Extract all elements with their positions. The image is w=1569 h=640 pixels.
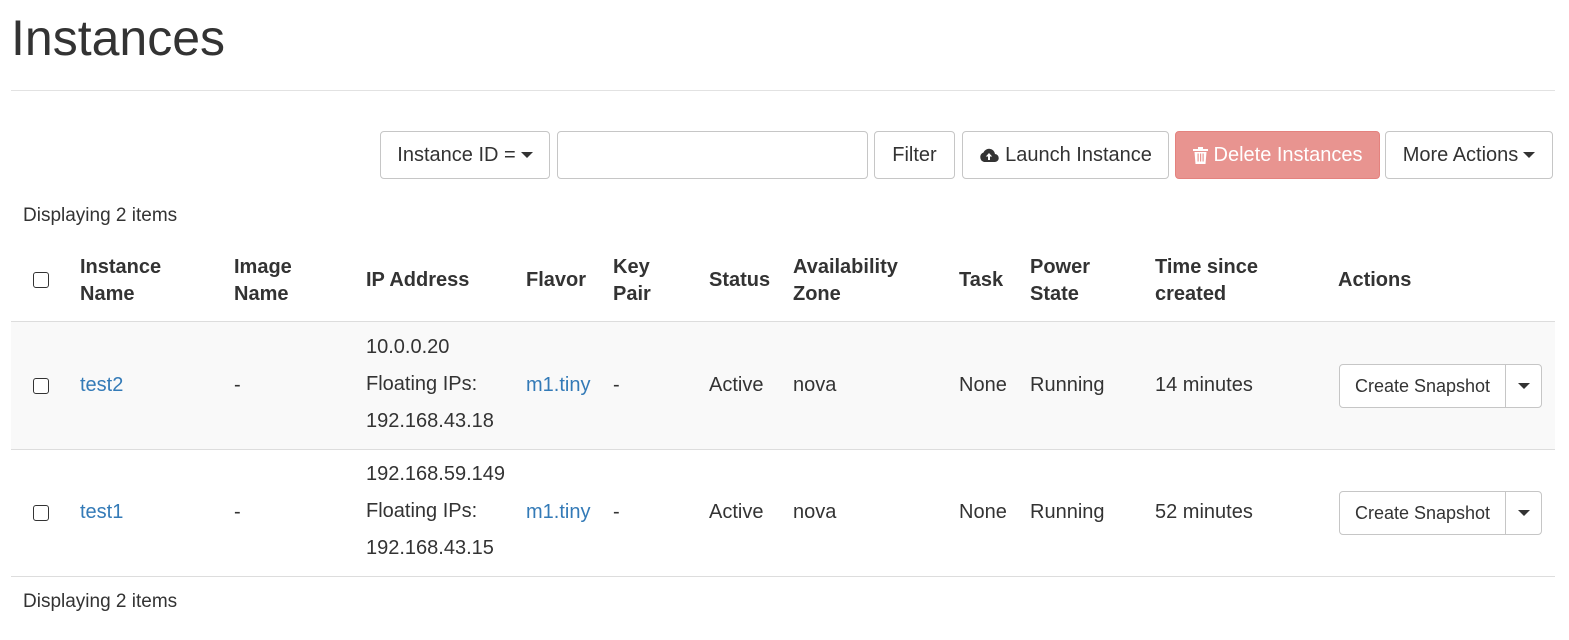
- floating-ip: 192.168.43.15: [366, 537, 494, 559]
- launch-instance-label: Launch Instance: [1005, 143, 1152, 166]
- header-line: created: [1155, 283, 1227, 305]
- availability-zone-cell: nova: [793, 374, 837, 396]
- header-line: Status: [709, 269, 771, 291]
- header-line: IP Address: [366, 269, 470, 291]
- key-pair-cell: -: [613, 501, 620, 523]
- task-cell: None: [959, 374, 1007, 396]
- chevron-down-icon: [520, 152, 533, 158]
- header-key-pair[interactable]: Key Pair: [613, 254, 651, 308]
- page-title: Instances: [11, 10, 226, 66]
- header-line: Name: [234, 283, 289, 305]
- status-cell: Active: [709, 374, 764, 396]
- instance-name-link[interactable]: test2: [80, 374, 123, 397]
- header-task[interactable]: Task: [959, 267, 1003, 294]
- header-line: Zone: [793, 283, 841, 305]
- row-select-checkbox[interactable]: [33, 378, 49, 394]
- filter-button-label: Filter: [892, 143, 937, 166]
- status-cell: Active: [709, 501, 764, 523]
- header-line: Flavor: [526, 269, 587, 291]
- select-all-checkbox[interactable]: [33, 272, 49, 288]
- instances-page: Instances Instance ID = Filter Launch In…: [0, 0, 1569, 640]
- header-line: Availability: [793, 256, 898, 278]
- ip-address-cell: 10.0.0.20 Floating IPs: 192.168.43.18: [366, 329, 494, 440]
- cloud-upload-icon: [979, 147, 999, 163]
- delete-instances-button[interactable]: Delete Instances: [1175, 131, 1380, 179]
- ip-address-cell: 192.168.59.149 Floating IPs: 192.168.43.…: [366, 456, 505, 567]
- header-line: Time since: [1155, 256, 1259, 278]
- create-snapshot-button[interactable]: Create Snapshot: [1339, 491, 1506, 535]
- image-name-cell: -: [234, 374, 241, 396]
- time-since-created-cell: 52 minutes: [1155, 501, 1253, 523]
- row-actions: Create Snapshot: [1339, 491, 1542, 535]
- table-row: test2 - 10.0.0.20 Floating IPs: 192.168.…: [11, 322, 1555, 450]
- task-cell: None: [959, 501, 1007, 523]
- delete-instances-label: Delete Instances: [1213, 143, 1363, 166]
- power-state-cell: Running: [1030, 501, 1105, 523]
- table-header: Instance Name Image Name IP Address Flav…: [11, 245, 1555, 323]
- filter-field-dropdown[interactable]: Instance ID =: [380, 131, 550, 179]
- header-ip-address[interactable]: IP Address: [366, 267, 469, 294]
- launch-instance-button[interactable]: Launch Instance: [962, 131, 1169, 179]
- chevron-down-icon: [1523, 152, 1536, 158]
- availability-zone-cell: nova: [793, 501, 837, 523]
- header-status[interactable]: Status: [709, 267, 770, 294]
- header-flavor[interactable]: Flavor: [526, 267, 586, 294]
- header-line: Image: [234, 256, 292, 278]
- flavor-link[interactable]: m1.tiny: [526, 501, 590, 524]
- item-count-top: Displaying 2 items: [23, 205, 178, 226]
- header-availability-zone[interactable]: Availability Zone: [793, 254, 898, 308]
- flavor-link[interactable]: m1.tiny: [526, 374, 590, 397]
- row-actions-dropdown-toggle[interactable]: [1505, 491, 1542, 535]
- fixed-ip: 192.168.59.149: [366, 463, 506, 485]
- row-select-checkbox[interactable]: [33, 505, 49, 521]
- header-actions: Actions: [1338, 267, 1411, 294]
- header-line: Key: [613, 256, 650, 278]
- filter-input[interactable]: [557, 131, 868, 179]
- chevron-down-icon: [1517, 383, 1530, 389]
- table-row: test1 - 192.168.59.149 Floating IPs: 192…: [11, 449, 1555, 577]
- key-pair-cell: -: [613, 374, 620, 396]
- header-time-since-created[interactable]: Time since created: [1155, 254, 1258, 308]
- header-line: Actions: [1338, 269, 1412, 291]
- create-snapshot-button[interactable]: Create Snapshot: [1339, 364, 1506, 408]
- filter-button[interactable]: Filter: [874, 131, 955, 179]
- fixed-ip: 10.0.0.20: [366, 336, 450, 358]
- header-image-name[interactable]: Image Name: [234, 254, 292, 308]
- row-actions-dropdown-toggle[interactable]: [1505, 364, 1542, 408]
- filter-field-label: Instance ID =: [397, 143, 516, 166]
- more-actions-button[interactable]: More Actions: [1385, 131, 1553, 179]
- row-actions: Create Snapshot: [1339, 364, 1542, 408]
- header-line: Pair: [613, 283, 651, 305]
- header-power-state[interactable]: Power State: [1030, 254, 1090, 308]
- header-instance-name[interactable]: Instance Name: [80, 254, 161, 308]
- header-line: Power: [1030, 256, 1091, 278]
- item-count-bottom: Displaying 2 items: [23, 591, 178, 612]
- header-line: Name: [80, 283, 135, 305]
- header-line: Task: [959, 269, 1004, 291]
- trash-icon: [1192, 146, 1208, 164]
- floating-ips-label: Floating IPs:: [366, 500, 478, 522]
- title-divider: [11, 90, 1555, 91]
- power-state-cell: Running: [1030, 374, 1105, 396]
- more-actions-label: More Actions: [1402, 143, 1519, 166]
- time-since-created-cell: 14 minutes: [1155, 374, 1253, 396]
- instance-name-link[interactable]: test1: [80, 501, 123, 524]
- header-line: Instance: [80, 256, 162, 278]
- floating-ips-label: Floating IPs:: [366, 373, 478, 395]
- floating-ip: 192.168.43.18: [366, 410, 494, 432]
- chevron-down-icon: [1517, 510, 1530, 516]
- header-line: State: [1030, 283, 1079, 305]
- image-name-cell: -: [234, 501, 241, 523]
